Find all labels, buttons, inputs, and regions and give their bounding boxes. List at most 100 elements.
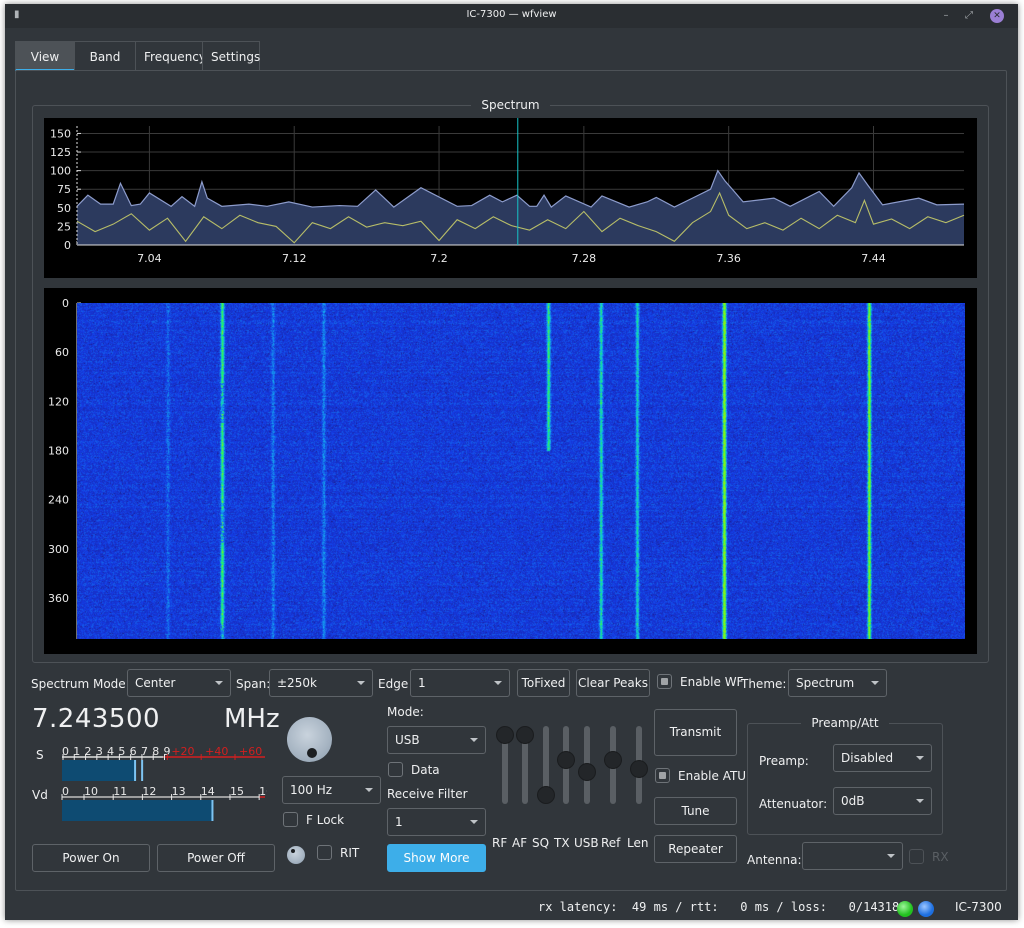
- x-tick-label: 7.12: [282, 252, 307, 265]
- transmit-button[interactable]: Transmit: [654, 709, 737, 756]
- waterfall-heatmap[interactable]: [77, 303, 965, 639]
- mode-select[interactable]: USB: [387, 726, 486, 754]
- clear-peaks-button[interactable]: Clear Peaks: [576, 669, 650, 697]
- spectrum-group: Spectrum 0 25 50 75 100 125 150 7.04 7.12 7.2 7.28…: [32, 98, 989, 663]
- scale-label: 16: [259, 785, 267, 798]
- receive-filter-select[interactable]: 1: [387, 808, 486, 836]
- show-more-button[interactable]: Show More: [387, 844, 486, 872]
- spectrum-mode-select[interactable]: Center: [127, 669, 231, 697]
- y-tick-label: 360: [48, 592, 69, 605]
- flock-checkbox[interactable]: F Lock: [283, 812, 344, 827]
- slider-af[interactable]: [515, 726, 535, 804]
- tune-button[interactable]: Tune: [654, 797, 737, 825]
- rx-antenna-checkbox: RX: [909, 849, 949, 864]
- chevron-down-icon: [916, 756, 924, 760]
- x-tick-label: 7.36: [716, 252, 741, 265]
- antenna-select[interactable]: [802, 842, 903, 870]
- minimize-button[interactable]: –: [939, 9, 953, 23]
- peak-hold-area: [77, 170, 964, 245]
- receive-filter-label: Receive Filter: [387, 787, 468, 801]
- y-tick-label: 240: [48, 494, 69, 507]
- slider-handle[interactable]: [630, 760, 648, 779]
- y-tick-label: 120: [48, 395, 69, 408]
- preamp-label: Preamp:: [759, 754, 809, 768]
- chevron-down-icon: [365, 788, 373, 792]
- y-tick-label: 180: [48, 445, 69, 458]
- s-meter-bar: [62, 760, 136, 781]
- attenuator-select[interactable]: 0dB: [833, 787, 932, 815]
- chevron-down-icon: [357, 681, 365, 685]
- checkbox-icon: [317, 845, 332, 860]
- knob-indicator: [291, 849, 295, 853]
- x-tick-label: 7.28: [572, 252, 597, 265]
- checkbox-icon: [657, 674, 672, 689]
- spectrum-plot[interactable]: 0 25 50 75 100 125 150 7.04 7.12 7.2 7.28 7.36 7.44: [44, 118, 977, 278]
- checkbox-icon: [909, 849, 924, 864]
- tab-band[interactable]: Band: [74, 41, 136, 71]
- scale-label-red: +60: [239, 745, 262, 758]
- data-mode-checkbox[interactable]: Data: [388, 762, 440, 777]
- mode-value: USB: [395, 733, 420, 747]
- enable-atu-checkbox[interactable]: Enable ATU: [655, 768, 746, 783]
- tab-bar: View Band Frequency Settings: [15, 41, 260, 71]
- app-window: ▮ IC-7300 — wfview – ⤢ ✕ View Band Frequ…: [5, 4, 1018, 920]
- receive-filter-value: 1: [395, 815, 403, 829]
- chevron-down-icon: [215, 681, 223, 685]
- x-tick-label: 7.04: [137, 252, 162, 265]
- enable-wf-label: Enable WF: [680, 674, 744, 689]
- slider-sq[interactable]: [536, 726, 556, 804]
- flock-label: F Lock: [306, 812, 345, 827]
- slider-len[interactable]: [629, 726, 649, 804]
- slider-label: USB: [574, 836, 599, 850]
- rit-checkbox[interactable]: RIT: [317, 845, 359, 860]
- enable-wf-checkbox[interactable]: Enable WF: [657, 674, 743, 689]
- antenna-label: Antenna:: [747, 853, 802, 867]
- power-on-button[interactable]: Power On: [32, 844, 150, 872]
- maximize-button[interactable]: ⤢: [962, 9, 976, 23]
- tab-settings[interactable]: Settings: [202, 41, 260, 71]
- frequency-display: 7.243500: [32, 704, 161, 734]
- preamp-select[interactable]: Disabled: [833, 744, 932, 772]
- edge-select[interactable]: 1: [410, 669, 510, 697]
- theme-select[interactable]: Spectrum: [788, 669, 887, 697]
- slider-handle[interactable]: [578, 763, 596, 782]
- to-fixed-button[interactable]: ToFixed: [517, 669, 570, 697]
- scale-label: 12: [142, 785, 156, 798]
- scale-label: 13: [172, 785, 186, 798]
- vd-meter-label: Vd: [32, 788, 48, 802]
- slider-rf[interactable]: [495, 726, 515, 804]
- chevron-down-icon: [470, 738, 478, 742]
- slider-handle[interactable]: [604, 751, 622, 770]
- theme-value: Spectrum: [796, 676, 855, 690]
- slider-handle[interactable]: [496, 726, 514, 744]
- tuning-knob[interactable]: [287, 717, 332, 762]
- rit-knob[interactable]: [287, 846, 305, 864]
- slider-label: AF: [512, 836, 528, 850]
- chevron-down-icon: [871, 681, 879, 685]
- preamp-value: Disabled: [841, 751, 894, 765]
- span-select[interactable]: ±250k: [269, 669, 373, 697]
- slider-tx[interactable]: [556, 726, 576, 804]
- slider-handle[interactable]: [516, 726, 534, 744]
- vd-meter: 0 10 11 12 13 14 15 16: [61, 785, 267, 821]
- tab-frequency[interactable]: Frequency: [135, 41, 206, 71]
- s-meter: 0 1 2 3 4 5 6 7 8 9 +20 +40 +60: [62, 745, 265, 781]
- spectrum-chart[interactable]: 0 25 50 75 100 125 150 7.04 7.12 7.2 7.28 7.36 7.44: [44, 118, 977, 278]
- scale-label: 10: [84, 785, 98, 798]
- scale-label: 11: [113, 785, 127, 798]
- close-button[interactable]: ✕: [990, 9, 1004, 23]
- repeater-button[interactable]: Repeater: [654, 835, 737, 863]
- tuning-step-select[interactable]: 100 Hz: [282, 776, 381, 804]
- slider-handle[interactable]: [557, 751, 575, 770]
- s-meter-label: S: [36, 748, 44, 762]
- title-bar[interactable]: ▮ IC-7300 — wfview – ⤢ ✕: [5, 4, 1018, 28]
- waterfall-plot[interactable]: 0 60 120 180 240 300 360: [44, 288, 977, 654]
- slider-ref[interactable]: [603, 726, 623, 804]
- power-off-button[interactable]: Power Off: [157, 844, 275, 872]
- slider-handle[interactable]: [537, 786, 555, 804]
- slider-usb[interactable]: [577, 726, 597, 804]
- span-value: ±250k: [277, 676, 317, 690]
- chevron-down-icon: [916, 799, 924, 803]
- y-tick-label: 150: [50, 127, 71, 140]
- tab-view[interactable]: View: [15, 41, 75, 71]
